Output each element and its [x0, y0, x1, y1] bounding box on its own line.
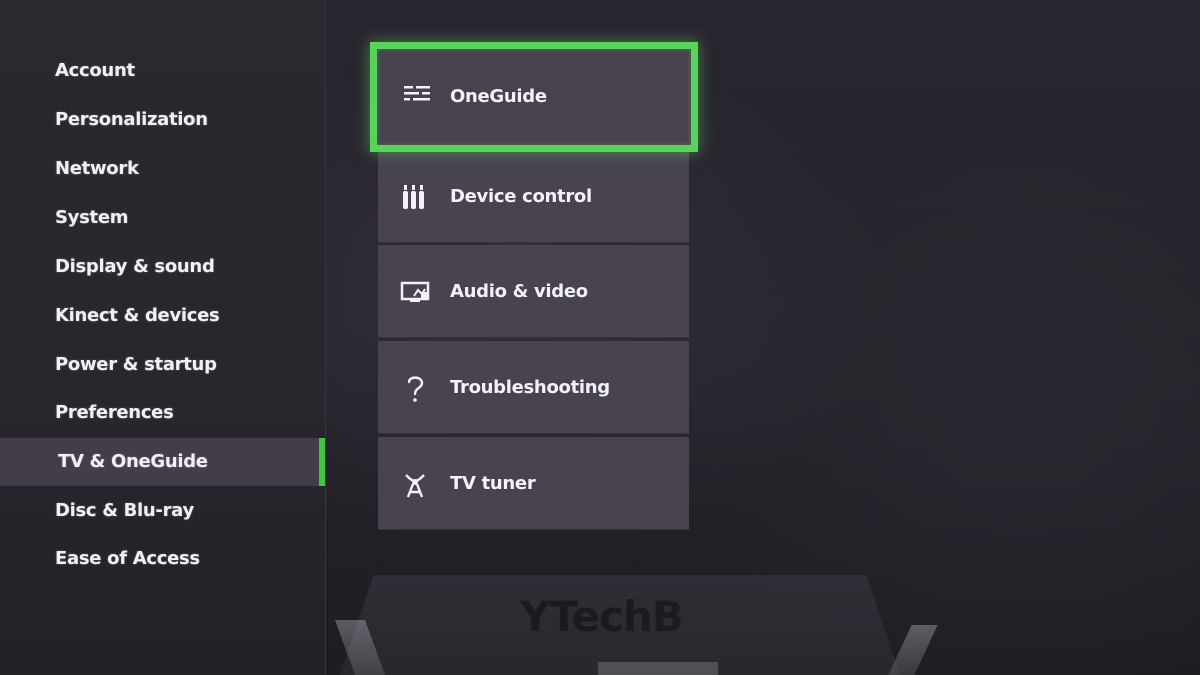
sidebar-item-ease-of-access[interactable]: Ease of Access	[0, 535, 325, 583]
submenu-tile-tv-tuner[interactable]: TV tuner	[378, 437, 689, 530]
submenu-label-tv-tuner: TV tuner	[450, 473, 536, 494]
submenu-tile-device-control[interactable]: Device control	[378, 150, 689, 243]
sidebar-item-display-sound[interactable]: Display & sound	[0, 243, 325, 291]
sidebar-item-personalization[interactable]: Personalization	[0, 96, 325, 144]
submenu-tile-troubleshooting[interactable]: Troubleshooting	[378, 341, 689, 434]
sidebar-item-tv-oneguide[interactable]: TV & OneGuide	[0, 438, 325, 486]
background-base	[598, 662, 718, 675]
remote-control-icon	[400, 182, 432, 212]
settings-screen: Account Personalization Network System D…	[0, 0, 1200, 675]
sidebar-item-kinect-devices[interactable]: Kinect & devices	[0, 292, 325, 340]
watermark-text: YTechB	[520, 592, 684, 641]
submenu-tile-audio-video[interactable]: Audio & video	[378, 245, 689, 338]
sidebar-item-account[interactable]: Account	[0, 47, 325, 95]
monitor-icon	[400, 277, 432, 307]
submenu-label-audio-video: Audio & video	[450, 281, 588, 302]
sidebar-item-preferences[interactable]: Preferences	[0, 389, 325, 437]
list-lines-icon	[401, 79, 433, 109]
background-light-streak	[888, 625, 938, 675]
antenna-tower-icon	[400, 469, 432, 499]
submenu-label-troubleshooting: Troubleshooting	[450, 377, 610, 398]
sidebar-item-disc-bluray[interactable]: Disc & Blu-ray	[0, 487, 325, 535]
submenu-tile-oneguide[interactable]: OneGuide	[370, 42, 698, 152]
sidebar-item-network[interactable]: Network	[0, 145, 325, 193]
settings-sidebar: Account Personalization Network System D…	[0, 0, 326, 675]
submenu-label-oneguide: OneGuide	[450, 86, 547, 107]
question-mark-icon	[400, 373, 432, 403]
sidebar-item-power-startup[interactable]: Power & startup	[0, 341, 325, 389]
submenu-label-device-control: Device control	[450, 186, 592, 207]
sidebar-item-system[interactable]: System	[0, 194, 325, 242]
